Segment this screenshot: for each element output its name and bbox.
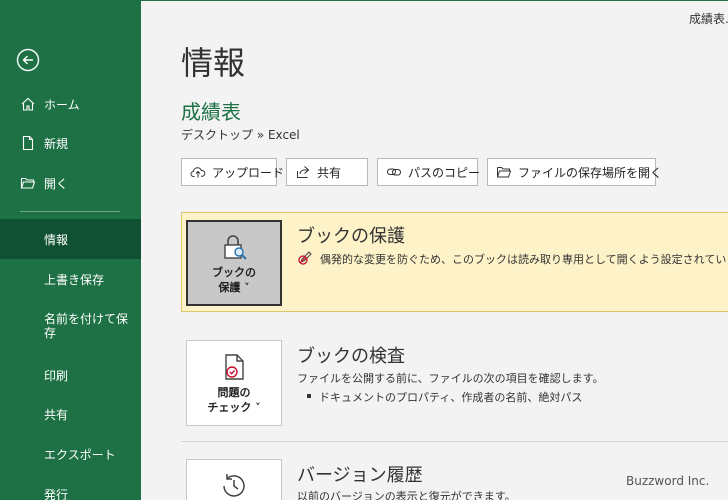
sidebar-item-label: 名前を付けて保存	[44, 312, 129, 340]
protect-description: 偶発的な変更を防ぐため、このブックは読み取り専用として開くよう設定されています。	[320, 253, 728, 266]
sidebar-item-publish[interactable]: 発行	[0, 474, 141, 500]
sidebar-item-share[interactable]: 共有	[0, 394, 141, 434]
sidebar-item-open[interactable]: 開く	[0, 163, 141, 203]
upload-cloud-icon	[190, 164, 206, 180]
sidebar-item-label: 開く	[44, 176, 69, 191]
window-top-border	[141, 0, 728, 1]
sidebar-item-save[interactable]: 上書き保存	[0, 259, 141, 299]
page-title: 情報	[181, 44, 246, 82]
sidebar: ホーム 新規 開く 情報 上書き保存 名前を付けて保存 印刷 共有 エクスポート…	[0, 0, 141, 500]
lock-search-icon	[224, 235, 247, 260]
sidebar-item-new[interactable]: 新規	[0, 123, 141, 163]
sidebar-item-home[interactable]: ホーム	[0, 84, 141, 124]
document-name: 成績表	[181, 100, 241, 124]
sidebar-item-label: 上書き保存	[44, 272, 105, 287]
protect-workbook-button[interactable]: ブックの 保護 ˅	[186, 220, 282, 306]
edit-restricted-icon	[298, 249, 314, 265]
inspect-title: ブックの検査	[297, 346, 405, 367]
sidebar-divider	[20, 211, 120, 212]
document-path: デスクトップ » Excel	[181, 128, 300, 142]
watermark: Buzzword Inc.	[626, 474, 710, 488]
sidebar-item-save-as[interactable]: 名前を付けて保存	[0, 305, 141, 349]
folder-icon	[496, 164, 512, 180]
section-divider	[181, 441, 728, 442]
sidebar-item-label: 発行	[44, 487, 69, 500]
back-arrow-icon[interactable]	[16, 48, 40, 72]
inspect-bullet: ドキュメントのプロパティ、作成者の名前、絶対パス	[306, 391, 583, 404]
protect-title: ブックの保護	[297, 226, 405, 247]
protect-button-label-2: 保護 ˅	[218, 281, 250, 294]
sidebar-item-print[interactable]: 印刷	[0, 355, 141, 395]
check-button-label-2: チェック ˅	[207, 401, 261, 414]
link-icon	[386, 164, 402, 180]
sidebar-item-label: 新規	[44, 136, 69, 151]
history-clock-icon	[223, 474, 245, 497]
sidebar-item-label: 共有	[44, 407, 69, 422]
version-description: 以前のバージョンの表示と復元ができます。	[297, 490, 516, 500]
version-title: バージョン履歴	[297, 465, 423, 486]
copy-path-label: パスのコピー	[408, 165, 481, 180]
inspect-description: ファイルを公開する前に、ファイルの次の項目を確認します。	[297, 372, 604, 385]
new-document-icon	[20, 135, 36, 151]
share-label: 共有	[317, 165, 342, 180]
home-icon	[20, 96, 36, 112]
open-file-location-button[interactable]: ファイルの保存場所を開く	[487, 158, 662, 186]
protect-button-label-1: ブックの	[212, 266, 256, 279]
check-button-label-1: 問題の	[217, 386, 251, 399]
sidebar-item-label: ホーム	[44, 97, 80, 112]
folder-open-icon	[20, 175, 36, 191]
check-issues-button[interactable]: 問題の チェック ˅	[186, 340, 282, 426]
sidebar-item-export[interactable]: エクスポート	[0, 434, 141, 474]
version-history-button[interactable]	[186, 459, 282, 500]
copy-path-button[interactable]: パスのコピー	[377, 158, 481, 186]
window-title: 成績表...	[689, 12, 728, 26]
share-button[interactable]: 共有	[286, 158, 368, 186]
sidebar-item-label: 印刷	[44, 368, 69, 383]
upload-button[interactable]: アップロード	[181, 158, 284, 186]
inspect-document-icon	[225, 354, 244, 380]
open-file-location-label: ファイルの保存場所を開く	[518, 165, 663, 180]
sidebar-item-label: 情報	[44, 232, 69, 247]
sidebar-item-info[interactable]: 情報	[0, 219, 141, 259]
share-icon	[295, 164, 311, 180]
sidebar-item-label: エクスポート	[44, 447, 116, 462]
upload-label: アップロード	[212, 165, 285, 180]
